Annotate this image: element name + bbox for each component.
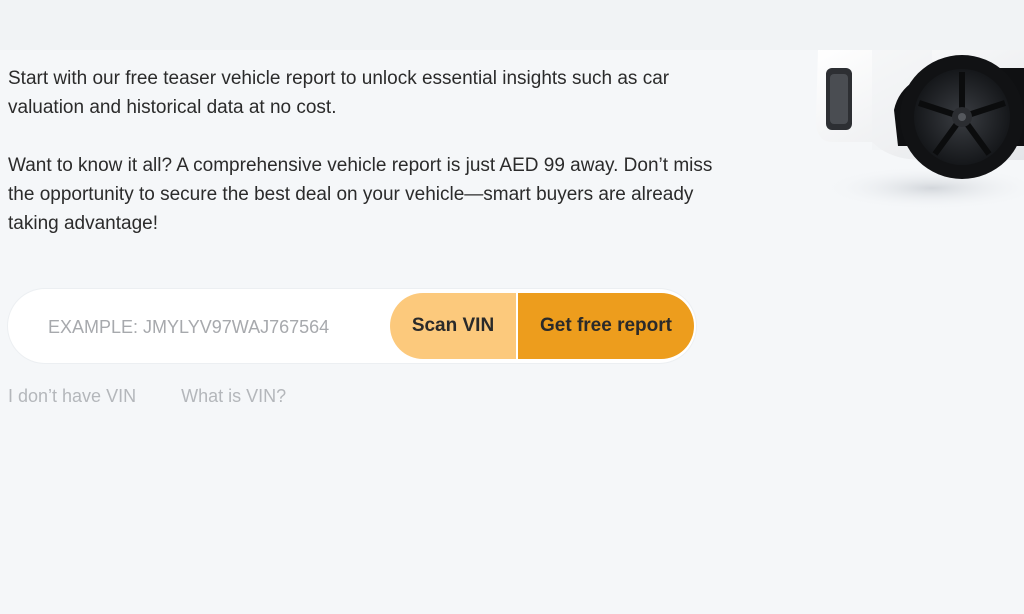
no-vin-link[interactable]: I don’t have VIN <box>8 386 136 406</box>
intro-text: Start with our free teaser vehicle repor… <box>8 64 728 238</box>
get-free-report-button[interactable]: Get free report <box>518 293 694 359</box>
scan-vin-button[interactable]: Scan VIN <box>390 293 516 359</box>
car-image <box>812 50 1024 210</box>
car-illustration <box>816 50 1024 210</box>
vin-help-links: I don’t have VIN What is VIN? <box>8 386 326 407</box>
intro-paragraph-free: Start with our free teaser vehicle repor… <box>8 68 670 118</box>
vin-search-bar: Scan VIN Get free report <box>8 289 696 363</box>
top-strip <box>0 0 1024 50</box>
intro-paragraph-full-report: Want to know it all? A comprehensive veh… <box>8 155 713 234</box>
what-is-vin-link[interactable]: What is VIN? <box>181 386 286 406</box>
vin-input[interactable] <box>46 311 390 343</box>
